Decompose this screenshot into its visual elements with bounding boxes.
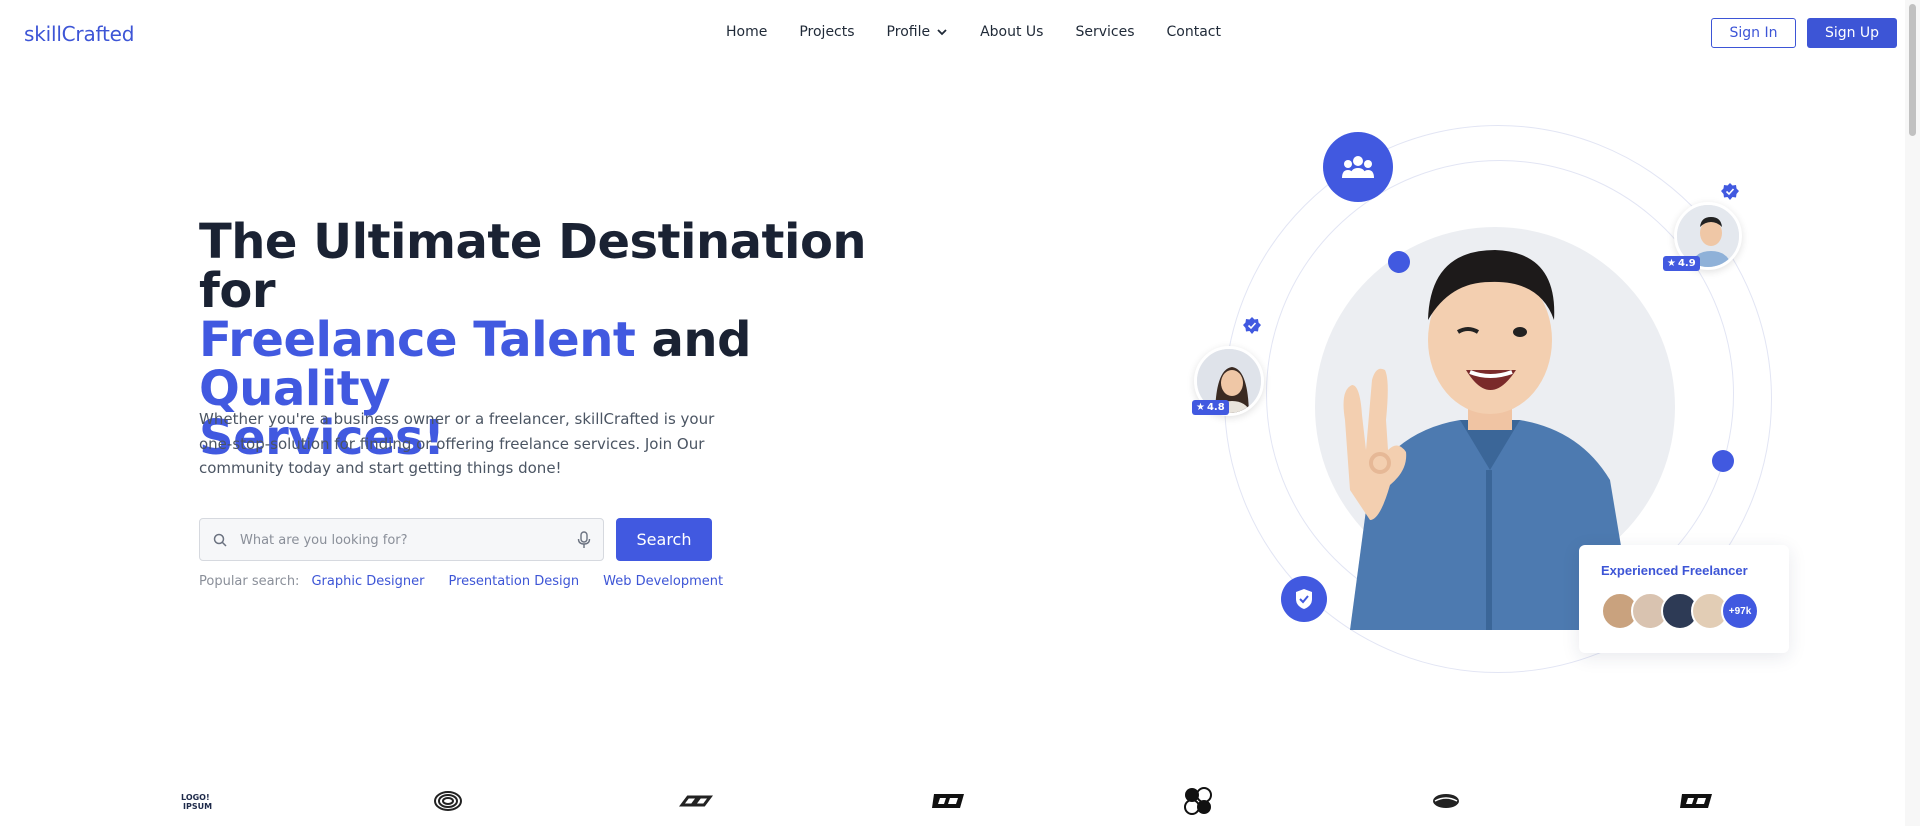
star-icon: ★ xyxy=(1667,258,1676,269)
experienced-freelancer-card: Experienced Freelancer +97k xyxy=(1579,545,1789,653)
card-title: Experienced Freelancer xyxy=(1601,563,1748,578)
popular-tag-presentation-design[interactable]: Presentation Design xyxy=(448,574,579,589)
main-menu: Home Projects Profile About Us Services … xyxy=(726,24,1253,40)
nav-item-contact[interactable]: Contact xyxy=(1167,24,1221,40)
nav-item-label: Home xyxy=(726,24,768,40)
brand-logo[interactable]: skillCrafted xyxy=(24,22,134,46)
popular-search-label: Popular search: xyxy=(199,574,300,589)
sign-up-button[interactable]: Sign Up xyxy=(1807,18,1897,48)
team-badge xyxy=(1323,132,1393,202)
sign-in-button[interactable]: Sign In xyxy=(1711,18,1796,48)
hero-title-line1: The Ultimate Destination for xyxy=(199,214,867,319)
spiral-mark xyxy=(434,791,462,811)
hero-title-highlight-1: Freelance Talent xyxy=(199,312,636,368)
logoipsum-logo: LOGO! IPSUM xyxy=(176,785,216,817)
hero-description: Whether you're a business owner or a fre… xyxy=(199,410,715,477)
page-scrollbar[interactable] xyxy=(1905,0,1920,826)
scrollbar-thumb[interactable] xyxy=(1909,4,1916,136)
users-icon xyxy=(1342,156,1374,178)
search-input[interactable] xyxy=(240,528,560,552)
rating-badge-right: ★ 4.9 xyxy=(1663,256,1700,271)
partner-logos: LOGO! IPSUM xyxy=(0,785,1905,825)
verified-badge-icon xyxy=(1721,183,1739,200)
star-icon: ★ xyxy=(1196,402,1205,413)
bracket-mark xyxy=(1680,794,1712,808)
popular-searches: Popular search: Graphic Designer Present… xyxy=(199,574,735,589)
logoipsum-mark: LOGO!IPSUM xyxy=(181,793,212,811)
bracket-logo xyxy=(1678,785,1718,817)
rating-value: 4.8 xyxy=(1206,402,1225,413)
nav-item-services[interactable]: Services xyxy=(1075,24,1134,40)
rating-value: 4.9 xyxy=(1677,258,1696,269)
bracket-mark xyxy=(932,794,964,808)
decorative-dot xyxy=(1712,450,1734,472)
freelancer-avatar-stack: +97k xyxy=(1601,592,1759,630)
eye-mark xyxy=(1433,794,1459,808)
search-button[interactable]: Search xyxy=(616,518,712,561)
spiral-logo xyxy=(428,785,468,817)
freelancer-count-badge: +97k xyxy=(1721,592,1759,630)
bracket-logo xyxy=(930,785,970,817)
circles-logo xyxy=(1178,785,1218,817)
nav-item-about-us[interactable]: About Us xyxy=(980,24,1043,40)
nav-item-profile[interactable]: Profile xyxy=(887,24,949,40)
decorative-dot xyxy=(1388,251,1410,273)
microphone-icon[interactable] xyxy=(577,531,591,549)
chain-mark xyxy=(679,795,713,807)
nav-item-label: Services xyxy=(1075,24,1135,40)
chevron-down-icon xyxy=(937,29,947,36)
nav-item-home[interactable]: Home xyxy=(726,24,767,40)
popular-tag-web-development[interactable]: Web Development xyxy=(603,574,723,589)
nav-item-projects[interactable]: Projects xyxy=(799,24,854,40)
nav-item-label: About Us xyxy=(980,24,1044,40)
rating-badge-left: ★ 4.8 xyxy=(1192,400,1229,415)
search-icon xyxy=(213,533,227,547)
hero-title-connector: and xyxy=(635,312,752,368)
nav-item-label: Profile xyxy=(886,24,931,40)
nav-item-label: Contact xyxy=(1166,24,1221,40)
hero-illustration: ★ 4.8 ★ 4.9 Experienced Freelancer +97k xyxy=(1180,110,1800,690)
shield-badge xyxy=(1281,576,1327,622)
search-box xyxy=(199,518,604,561)
verified-badge-icon xyxy=(1243,317,1261,334)
chain-logo xyxy=(678,785,718,817)
svg-text:IPSUM: IPSUM xyxy=(183,802,212,811)
svg-text:LOGO!: LOGO! xyxy=(181,793,210,802)
circles-mark xyxy=(1184,787,1212,815)
top-navbar: skillCrafted Home Projects Profile About… xyxy=(0,0,1905,66)
shield-check-icon xyxy=(1296,589,1312,609)
popular-tag-graphic-designer[interactable]: Graphic Designer xyxy=(311,574,424,589)
nav-item-label: Projects xyxy=(799,24,855,40)
eye-logo xyxy=(1426,785,1466,817)
